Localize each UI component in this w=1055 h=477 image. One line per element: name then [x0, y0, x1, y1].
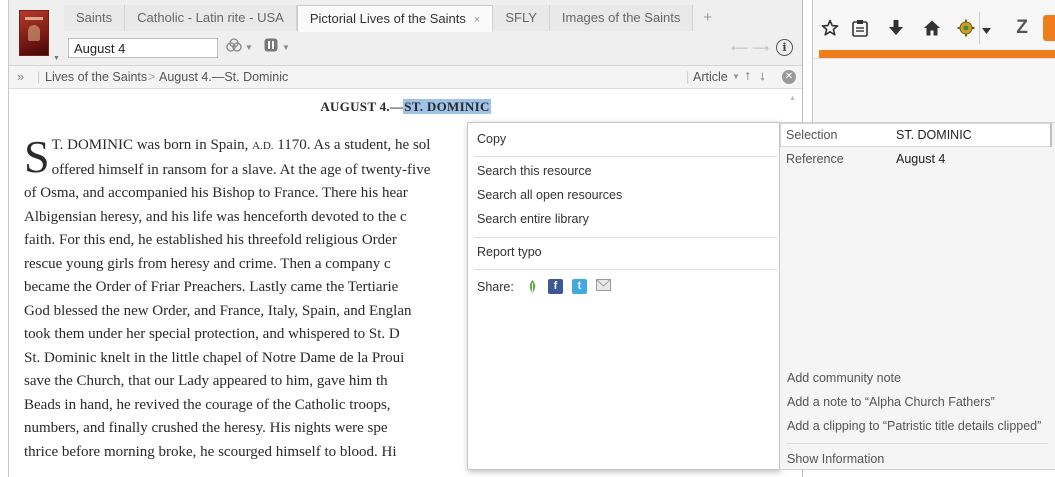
add-tab-icon[interactable]: + [693, 5, 722, 31]
line-text: St. Dominic knelt in the little chapel o… [24, 349, 405, 366]
heading-date: AUGUST 4.— [320, 99, 404, 114]
show-information-item[interactable]: Show Information [787, 452, 884, 466]
line-text: T. DOMINIC was born in Spain, [51, 137, 253, 153]
line-text: Albigensian heresy, and his life was hen… [24, 208, 407, 225]
line-text: took them under her special protection, … [24, 326, 400, 342]
line-text: save the Church, that our Lady appeared … [24, 373, 388, 389]
line-text: 1170. As a student, he sol [273, 137, 431, 153]
star-icon[interactable] [819, 12, 841, 44]
search-this-resource-item[interactable]: Search this resource [477, 164, 592, 178]
add-clipping-item[interactable]: Add a clipping to “Patristic title detai… [787, 419, 1041, 433]
orange-addon-icon[interactable] [1043, 15, 1055, 41]
home-icon[interactable] [921, 12, 943, 44]
filters-dropdown-icon[interactable]: ▼ [282, 38, 290, 58]
line-text: faith. For this end, he established his … [24, 232, 397, 248]
breadcrumb-divider: | [37, 70, 41, 84]
reference-input[interactable] [68, 38, 218, 58]
tab-pictorial-lives[interactable]: Pictorial Lives of the Saints × [296, 5, 494, 33]
copy-menu-item[interactable]: Copy [477, 132, 506, 146]
add-note-item[interactable]: Add a note to “Alpha Church Fathers” [787, 395, 995, 409]
breadcrumb-item-lives[interactable]: Lives of the Saints [45, 66, 147, 88]
line-text: thrice before morning broke, he scourged… [24, 443, 397, 460]
browser-toolbar-icons: Z [813, 12, 1055, 44]
tab-sfly[interactable]: SFLY [493, 5, 550, 31]
toolbar-divider [813, 58, 1055, 59]
context-menu: Copy Search this resource Search all ope… [467, 122, 780, 470]
back-arrow-icon[interactable]: ⟵ [731, 38, 748, 58]
menu-separator [474, 237, 777, 238]
reference-label: Reference [786, 152, 844, 166]
line-text: offered himself in ransom for a slave. A… [51, 161, 431, 178]
dropdown-icon[interactable] [979, 12, 993, 44]
tab-saints[interactable]: Saints [64, 5, 126, 31]
search-entire-library-item[interactable]: Search entire library [477, 212, 589, 226]
selection-label: Selection [786, 128, 838, 142]
forward-arrow-icon[interactable]: ⟶ [752, 38, 769, 58]
next-article-icon[interactable]: ⭣ [760, 66, 765, 88]
reference-value[interactable]: August 4 [896, 152, 945, 166]
report-typo-item[interactable]: Report typo [477, 245, 542, 259]
zotero-icon[interactable]: Z [1011, 12, 1033, 44]
visual-filters-icon[interactable] [264, 38, 278, 58]
expand-sidebar-icon[interactable]: » [17, 66, 24, 88]
gear-icon[interactable] [955, 12, 977, 44]
search-all-open-resources-item[interactable]: Search all open resources [477, 188, 622, 202]
breadcrumb-item-article[interactable]: August 4.—St. Dominic [159, 66, 288, 88]
line-text: God blessed the new Order, and France, I… [24, 302, 412, 319]
line-text: Beads in hand, he revived the courage of… [24, 396, 391, 413]
reader-toolbar: ▼ Saints Catholic - Latin rite - USA Pic… [9, 0, 802, 66]
menu-separator [474, 156, 777, 157]
resource-cover-thumbnail[interactable] [19, 10, 49, 56]
line-smallcaps: A.D. [252, 140, 274, 152]
heading-selected-text[interactable]: ST. DOMINIC [403, 99, 491, 114]
line-text: became the Order of Friar Preachers. Las… [24, 279, 399, 295]
context-info-panel: Selection ST. DOMINIC Reference August 4… [780, 122, 1055, 470]
menu-separator [786, 443, 1048, 444]
breadcrumb-separator: > [148, 70, 156, 84]
parallel-dropdown-icon[interactable]: ▼ [245, 38, 253, 58]
email-icon[interactable] [596, 279, 611, 294]
tab-images-of-saints[interactable]: Images of the Saints [549, 5, 694, 31]
resource-tabs: Saints Catholic - Latin rite - USA Picto… [64, 5, 722, 33]
tab-close-icon[interactable]: × [474, 8, 480, 33]
previous-article-icon[interactable]: ⭡ [745, 66, 750, 88]
info-icon[interactable]: i [776, 39, 793, 56]
line-text: rescue young girls from heresy and crime… [24, 255, 391, 272]
line-text: numbers, and finally crushed the heresy.… [24, 420, 388, 436]
twitter-icon[interactable]: t [572, 279, 587, 294]
close-panel-icon[interactable]: ✕ [782, 70, 796, 84]
download-icon[interactable] [885, 12, 907, 44]
tab-catholic-latin-rite[interactable]: Catholic - Latin rite - USA [125, 5, 297, 31]
parallel-resources-icon[interactable] [226, 38, 242, 58]
browser-toolbar: Z [812, 0, 1055, 122]
article-heading: AUGUST 4.—ST. DOMINIC [9, 99, 802, 115]
add-community-note-item[interactable]: Add community note [787, 371, 901, 385]
cover-caret-icon[interactable]: ▼ [53, 55, 60, 62]
view-mode-dropdown-icon[interactable]: ▼ [732, 66, 740, 88]
selection-value: ST. DOMINIC [896, 128, 972, 142]
view-mode-label[interactable]: Article [693, 66, 728, 88]
menu-separator [474, 269, 777, 270]
view-divider: | [686, 70, 690, 84]
breadcrumb: » | Lives of the Saints > August 4.—St. … [9, 66, 802, 89]
faithlife-icon[interactable] [525, 279, 540, 294]
share-label: Share: [477, 280, 514, 294]
addon-progress-strip [819, 50, 1055, 58]
line-text: of Osma, and accompanied his Bishop to F… [24, 185, 408, 201]
dropcap-letter: S [24, 131, 50, 182]
clipboard-icon[interactable] [849, 12, 871, 44]
facebook-icon[interactable]: f [548, 279, 563, 294]
